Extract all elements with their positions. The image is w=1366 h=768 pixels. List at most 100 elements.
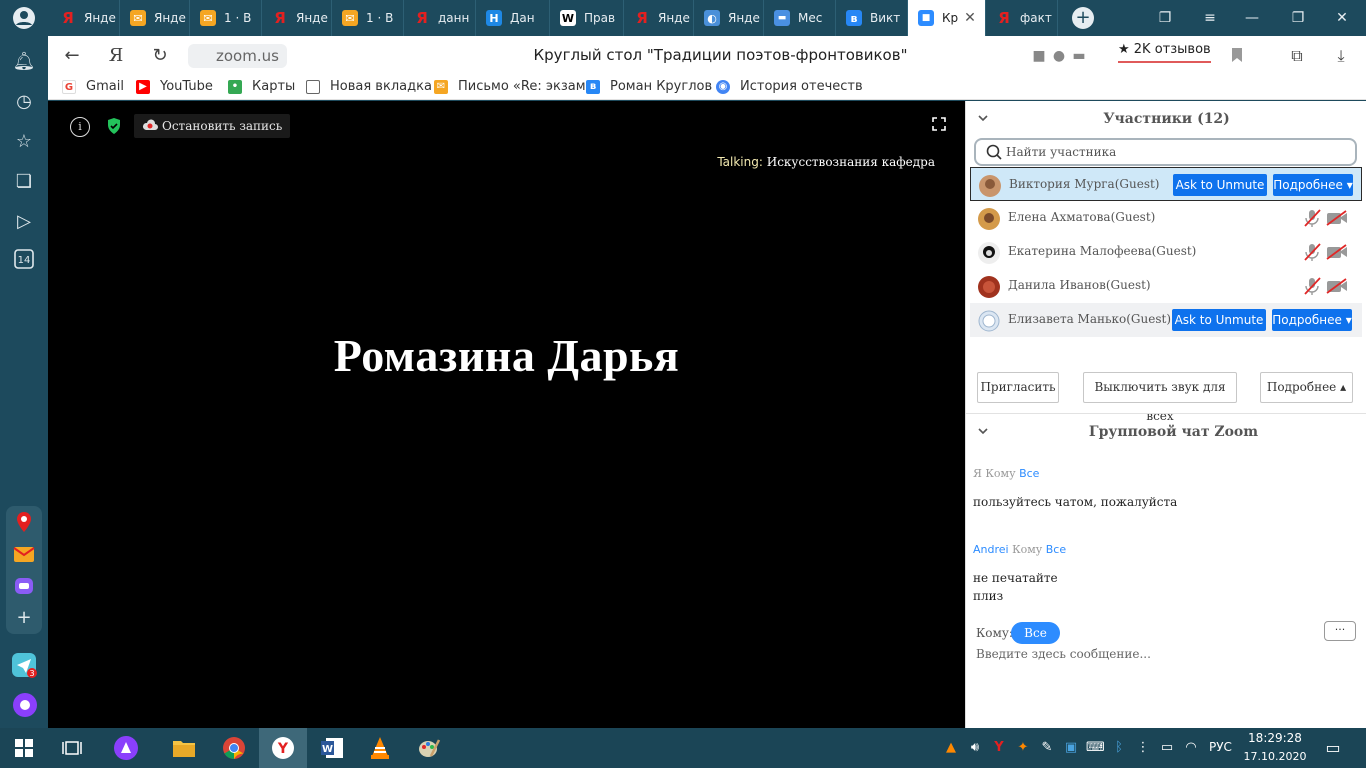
close-tab-icon[interactable]: ✕ [964,10,976,26]
vlc-tray-icon[interactable]: ▲ [942,739,960,757]
language-indicator[interactable]: РУС [1209,740,1232,754]
bookmark-gmail[interactable]: G Gmail [62,79,124,94]
bookmark-maps[interactable]: • Карты [228,79,295,94]
notification-center-icon[interactable]: ▭ [1324,739,1342,757]
menu-icon[interactable]: ≡ [1190,0,1230,36]
keyboard-icon[interactable]: ⌨ [1086,739,1105,757]
bookmark-letter[interactable]: ✉ Письмо «Re: экзам [434,79,586,94]
browser-tab[interactable]: W Прав [550,0,624,36]
zoom-icon: ■ [918,10,934,26]
participant-search[interactable] [974,138,1357,166]
volume-icon[interactable]: 🔊︎ [966,739,984,757]
notifications-icon[interactable]: 🔔︎ [12,50,36,74]
bookmark-youtube[interactable]: ▶ YouTube [136,79,213,94]
file-explorer-icon[interactable] [160,728,208,768]
wifi-icon[interactable]: ◠ [1182,739,1200,757]
battery-icon[interactable]: ▭ [1158,739,1176,757]
invite-button[interactable]: Пригласить [977,372,1059,403]
reviews-badge[interactable]: ★ 2K отзывов [1118,42,1211,63]
search-input[interactable] [1006,143,1346,161]
bookmark-icon[interactable] [1228,47,1246,65]
info-icon[interactable]: i [70,117,90,137]
browser-tab[interactable]: Яфакт [986,0,1058,36]
more-button[interactable]: Подробнее ▾ [1273,174,1353,196]
download-icon[interactable]: ⤓ [1332,47,1350,65]
more-options-button[interactable]: Подробнее ▴ [1260,372,1353,403]
tray-tool-icon[interactable]: ✎ [1038,739,1056,757]
bookmark-roman[interactable]: в Роман Круглов [586,79,712,94]
calendar-icon[interactable]: 14 [12,248,36,272]
restore-button[interactable]: ❐ [1278,0,1318,36]
bookmark-history[interactable]: ◉ История отечеств [716,79,863,94]
chat-more-button[interactable]: ··· [1324,621,1356,641]
new-tab-button[interactable]: + [1072,7,1094,29]
browser-tab[interactable]: Я Янде [262,0,332,36]
send-icon[interactable]: 3 [11,652,37,678]
browser-tab[interactable]: ✉ 1 · В [332,0,404,36]
mail-icon[interactable] [12,542,36,566]
browser-tab[interactable]: ✉ Янде [120,0,190,36]
yandex-home-icon[interactable]: Я [104,44,128,68]
paint-icon[interactable] [405,728,453,768]
browser-tab[interactable]: Я Янде [50,0,120,36]
history-icon[interactable]: ◷ [12,90,36,114]
mic-icon: ● [1052,48,1066,64]
more-button[interactable]: Подробнее ▾ [1272,309,1352,331]
play-icon[interactable]: ▷ [12,210,36,234]
clock-date[interactable]: 17.10.2020 [1240,750,1310,763]
participant-row[interactable]: Екатерина Малофеева(Guest) [970,235,1362,269]
maps-pin-icon[interactable] [12,510,36,534]
alice-taskbar-icon[interactable] [102,728,150,768]
browser-tab[interactable]: ◐ Янде [694,0,764,36]
word-icon[interactable]: W [308,728,356,768]
task-view-icon[interactable] [48,728,96,768]
url-field[interactable]: zoom.us [188,44,287,68]
mic-muted-icon [1304,277,1321,295]
chat-message-input[interactable] [976,645,1316,663]
favorites-star-icon[interactable]: ☆ [12,130,36,154]
back-button[interactable]: ← [60,44,84,68]
tray-app-icon[interactable]: ✦ [1014,739,1032,757]
tray-dots-icon[interactable]: ⋮ [1134,739,1152,757]
participant-row[interactable]: Елена Ахматова(Guest) [970,201,1362,235]
fullscreen-icon[interactable] [932,117,946,131]
yandex-browser-icon[interactable]: Y [259,728,307,768]
mute-all-button[interactable]: Выключить звук для всех [1083,372,1237,423]
browser-tab[interactable]: в Викт [836,0,908,36]
profile-icon[interactable] [12,6,36,30]
browser-tab[interactable]: ✉ 1 · В [190,0,262,36]
participant-row[interactable]: Виктория Мурга(Guest) Ask to Unmute Подр… [970,167,1362,201]
collections-icon[interactable]: ❏ [12,170,36,194]
ask-to-unmute-button[interactable]: Ask to Unmute [1173,174,1267,196]
participant-row[interactable]: Елизавета Манько(Guest) Ask to Unmute По… [970,303,1362,337]
tray-network-app-icon[interactable]: ▣ [1062,739,1080,757]
chat-message-text: пользуйтесь чатом, пожалуйста [973,495,1178,509]
minimize-button[interactable]: — [1232,0,1272,36]
browser-tab[interactable]: Яданн [404,0,476,36]
chat-message-header: Andrei Кому Все [973,543,1067,556]
chrome-icon[interactable] [210,728,258,768]
recipient-select[interactable]: Все [1011,622,1060,644]
add-icon[interactable]: + [12,606,36,630]
participant-row[interactable]: Данила Иванов(Guest) [970,269,1362,303]
browser-tab[interactable]: H Дан [476,0,550,36]
windows-start-icon[interactable] [0,728,48,768]
tabs-manager-icon[interactable]: ❐ [1145,0,1185,36]
extensions-icon[interactable]: ⧉ [1288,47,1306,65]
bookmark-new-tab[interactable]: Новая вкладка [306,79,432,94]
shield-icon[interactable] [106,117,122,135]
messenger-icon[interactable] [12,574,36,598]
ask-to-unmute-button[interactable]: Ask to Unmute [1172,309,1266,331]
clock-time[interactable]: 18:29:28 [1240,731,1310,745]
reload-button[interactable]: ↻ [148,44,172,68]
vlc-icon[interactable] [356,728,404,768]
alice-icon[interactable] [12,692,37,717]
camera-icon: ■ [1032,48,1046,64]
browser-tab[interactable]: Я Янде [624,0,694,36]
yandex-tray-icon[interactable]: Y [990,739,1008,757]
browser-tab[interactable]: ▬ Мес [764,0,836,36]
bluetooth-icon[interactable]: ᛒ [1110,739,1128,757]
browser-tab[interactable]: ■ Кр ✕ [908,0,986,36]
yandex-icon: Я [274,9,286,27]
close-window-button[interactable]: ✕ [1322,0,1362,36]
